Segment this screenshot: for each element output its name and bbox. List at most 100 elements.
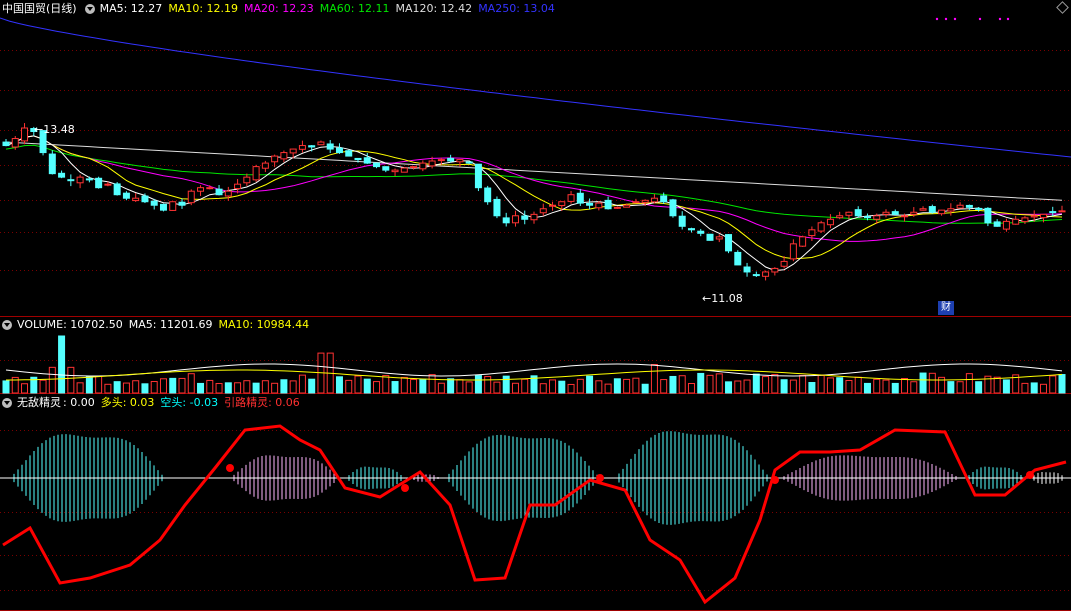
high-price-label: ←13.48: [34, 123, 75, 136]
volume-bar: [826, 377, 834, 394]
ma250-value: MA250: 13.04: [478, 2, 555, 15]
volume-bar: [400, 376, 408, 394]
volume-bar: [234, 382, 242, 394]
candle-body: [169, 201, 177, 211]
volume-bar: [854, 376, 862, 394]
candle-body: [373, 162, 381, 168]
volume-bar: [576, 378, 584, 394]
event-dot: [978, 17, 982, 21]
event-dot: [1006, 17, 1010, 21]
signal-marker: [1026, 471, 1034, 479]
candle-body: [863, 216, 871, 219]
volume-ma5-line: [5, 363, 1063, 377]
volume-bar: [363, 378, 371, 394]
volume-bar: [122, 382, 130, 394]
candle-body: [428, 160, 436, 167]
volume-bar: [159, 378, 167, 394]
candle-body: [938, 209, 946, 215]
volume-bar: [243, 380, 251, 394]
candle-body: [437, 159, 445, 162]
candle-body: [808, 229, 816, 237]
candle-body: [752, 274, 760, 277]
candle-body: [447, 157, 455, 162]
volume-bar: [39, 379, 47, 394]
volume-bar: [641, 383, 649, 394]
candle-body: [586, 202, 594, 206]
indicator-base-value: : 0.00: [63, 396, 95, 409]
candle-body: [391, 169, 399, 173]
volume-bar: [335, 376, 343, 394]
ma20-value: MA20: 12.23: [244, 2, 314, 15]
volume-bar: [178, 377, 186, 394]
volume-bar: [308, 378, 316, 394]
event-dot: [944, 17, 948, 21]
candle-body: [660, 195, 668, 203]
candle-body: [298, 145, 306, 150]
stock-chart-window: 中国国贸(日线) MA5: 12.27 MA10: 12.19 MA20: 12…: [0, 0, 1071, 611]
volume-bar: [650, 364, 658, 394]
candle-body: [1039, 213, 1047, 219]
volume-bar: [901, 378, 909, 394]
candle-body: [576, 192, 584, 204]
volume-bar: [660, 379, 668, 394]
volume-bar: [697, 372, 705, 394]
candle-body: [317, 141, 325, 146]
candle-body: [104, 183, 112, 186]
volume-bar: [280, 379, 288, 394]
volume-bar: [1058, 374, 1066, 394]
stock-title[interactable]: 中国国贸(日线): [2, 1, 77, 17]
candle-body: [465, 161, 473, 164]
volume-bar: [428, 374, 436, 394]
chevron-down-icon[interactable]: [2, 398, 12, 408]
candle-body: [725, 234, 733, 252]
candle-body: [76, 176, 84, 184]
candle-body: [261, 162, 269, 169]
ma120-line: [5, 141, 1063, 201]
candle-body: [354, 157, 362, 161]
volume-bar: [206, 379, 214, 394]
volume-bar: [1039, 383, 1047, 394]
volume-bar: [298, 374, 306, 394]
volume-bar: [1030, 382, 1038, 394]
candle-body: [641, 199, 649, 203]
indicator-title: 无敌精灵: [17, 396, 61, 409]
volume-bar: [474, 375, 482, 394]
candle-body: [1021, 217, 1029, 223]
candle-body: [1002, 220, 1010, 230]
volume-bar: [549, 379, 557, 394]
event-dot: [998, 17, 1002, 21]
candle-body: [623, 204, 631, 208]
volume-bar: [632, 377, 640, 394]
volume-bar: [558, 380, 566, 394]
volume-bar: [725, 381, 733, 394]
volume-bar: [382, 375, 390, 394]
candle-body: [956, 204, 964, 209]
candle-body: [549, 204, 557, 207]
candle-body: [474, 163, 482, 189]
candle-body: [419, 162, 427, 170]
volume-bar: [595, 380, 603, 394]
volume-bar: [215, 383, 223, 394]
finance-badge[interactable]: 财: [938, 301, 954, 315]
candle-body: [558, 201, 566, 207]
candle-body: [456, 159, 464, 163]
chevron-down-icon[interactable]: [84, 4, 95, 14]
candle-body: [215, 188, 223, 196]
candle-body: [817, 222, 825, 232]
candle-body: [734, 251, 742, 266]
ma5-line: [5, 135, 1063, 272]
candle-body: [206, 187, 214, 190]
candle-body: [836, 215, 844, 219]
candle-body: [650, 197, 658, 203]
signal-marker: [596, 474, 604, 482]
price-header: 中国国贸(日线) MA5: 12.27 MA10: 12.19 MA20: 12…: [0, 1, 561, 17]
volume-bar: [567, 383, 575, 394]
volume-bar: [502, 375, 510, 394]
candle-body: [771, 267, 779, 273]
candle-body: [67, 179, 75, 182]
volume-bar: [752, 373, 760, 394]
chevron-down-icon[interactable]: [2, 320, 12, 330]
volume-bar: [743, 379, 751, 394]
volume-bar: [354, 375, 362, 394]
candle-body: [345, 150, 353, 157]
